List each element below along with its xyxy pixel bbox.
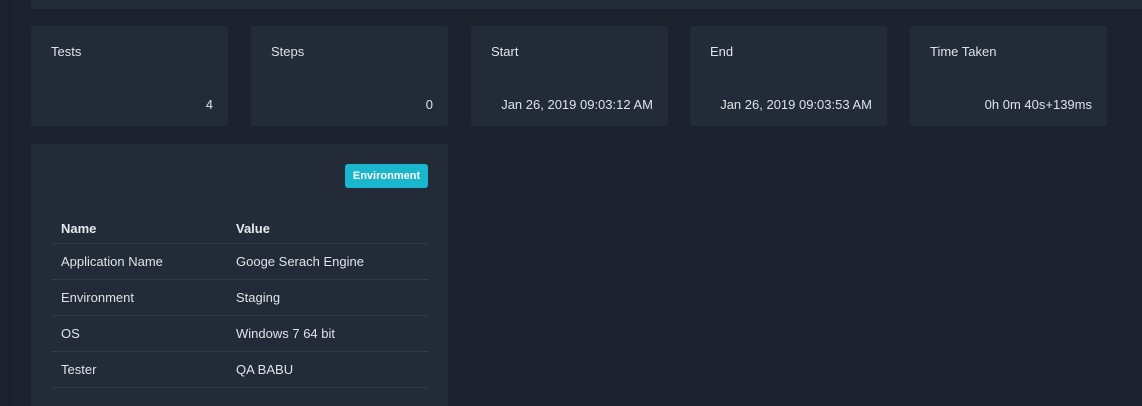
end-time: Jan 26, 2019 09:03:53 AM (720, 97, 872, 112)
dashboard-page: Tests 4 Steps 0 Start Jan 26, 2019 09:03… (0, 0, 1142, 406)
table-row: Tester QA BABU (52, 351, 428, 388)
tests-count: 4 (205, 97, 213, 112)
name-column-header: Name (52, 214, 227, 244)
env-value-cell: Staging (227, 279, 428, 316)
env-name-cell: Environment (52, 279, 227, 316)
table-header-row: Name Value (52, 214, 428, 244)
start-label: Start (491, 44, 519, 59)
environment-table: Name Value Application Name Googe Serach… (52, 214, 428, 388)
environment-panel: Environment Name Value Application Name … (31, 144, 448, 406)
time-taken-label: Time Taken (930, 44, 997, 59)
env-name-cell: OS (52, 315, 227, 352)
table-row: Application Name Googe Serach Engine (52, 243, 428, 280)
table-row: OS Windows 7 64 bit (52, 315, 428, 352)
start-time: Jan 26, 2019 09:03:12 AM (501, 97, 653, 112)
tests-card: Tests 4 (31, 26, 228, 126)
environment-badge: Environment (345, 164, 428, 188)
steps-count: 0 (425, 97, 433, 112)
env-value-cell: QA BABU (227, 351, 428, 388)
time-taken-value: 0h 0m 40s+139ms (984, 97, 1092, 112)
tests-label: Tests (51, 44, 82, 59)
end-card: End Jan 26, 2019 09:03:53 AM (690, 26, 887, 126)
steps-card: Steps 0 (251, 26, 448, 126)
table-row: Environment Staging (52, 279, 428, 316)
value-column-header: Value (227, 214, 428, 244)
steps-label: Steps (271, 44, 305, 59)
start-card: Start Jan 26, 2019 09:03:12 AM (471, 26, 668, 126)
sidebar-divider (9, 0, 10, 406)
env-value-cell: Windows 7 64 bit (227, 315, 428, 352)
env-value-cell: Googe Serach Engine (227, 243, 428, 280)
env-name-cell: Tester (52, 351, 227, 388)
top-panel (31, 0, 1142, 9)
env-name-cell: Application Name (52, 243, 227, 280)
end-label: End (710, 44, 734, 59)
time-taken-card: Time Taken 0h 0m 40s+139ms (910, 26, 1107, 126)
